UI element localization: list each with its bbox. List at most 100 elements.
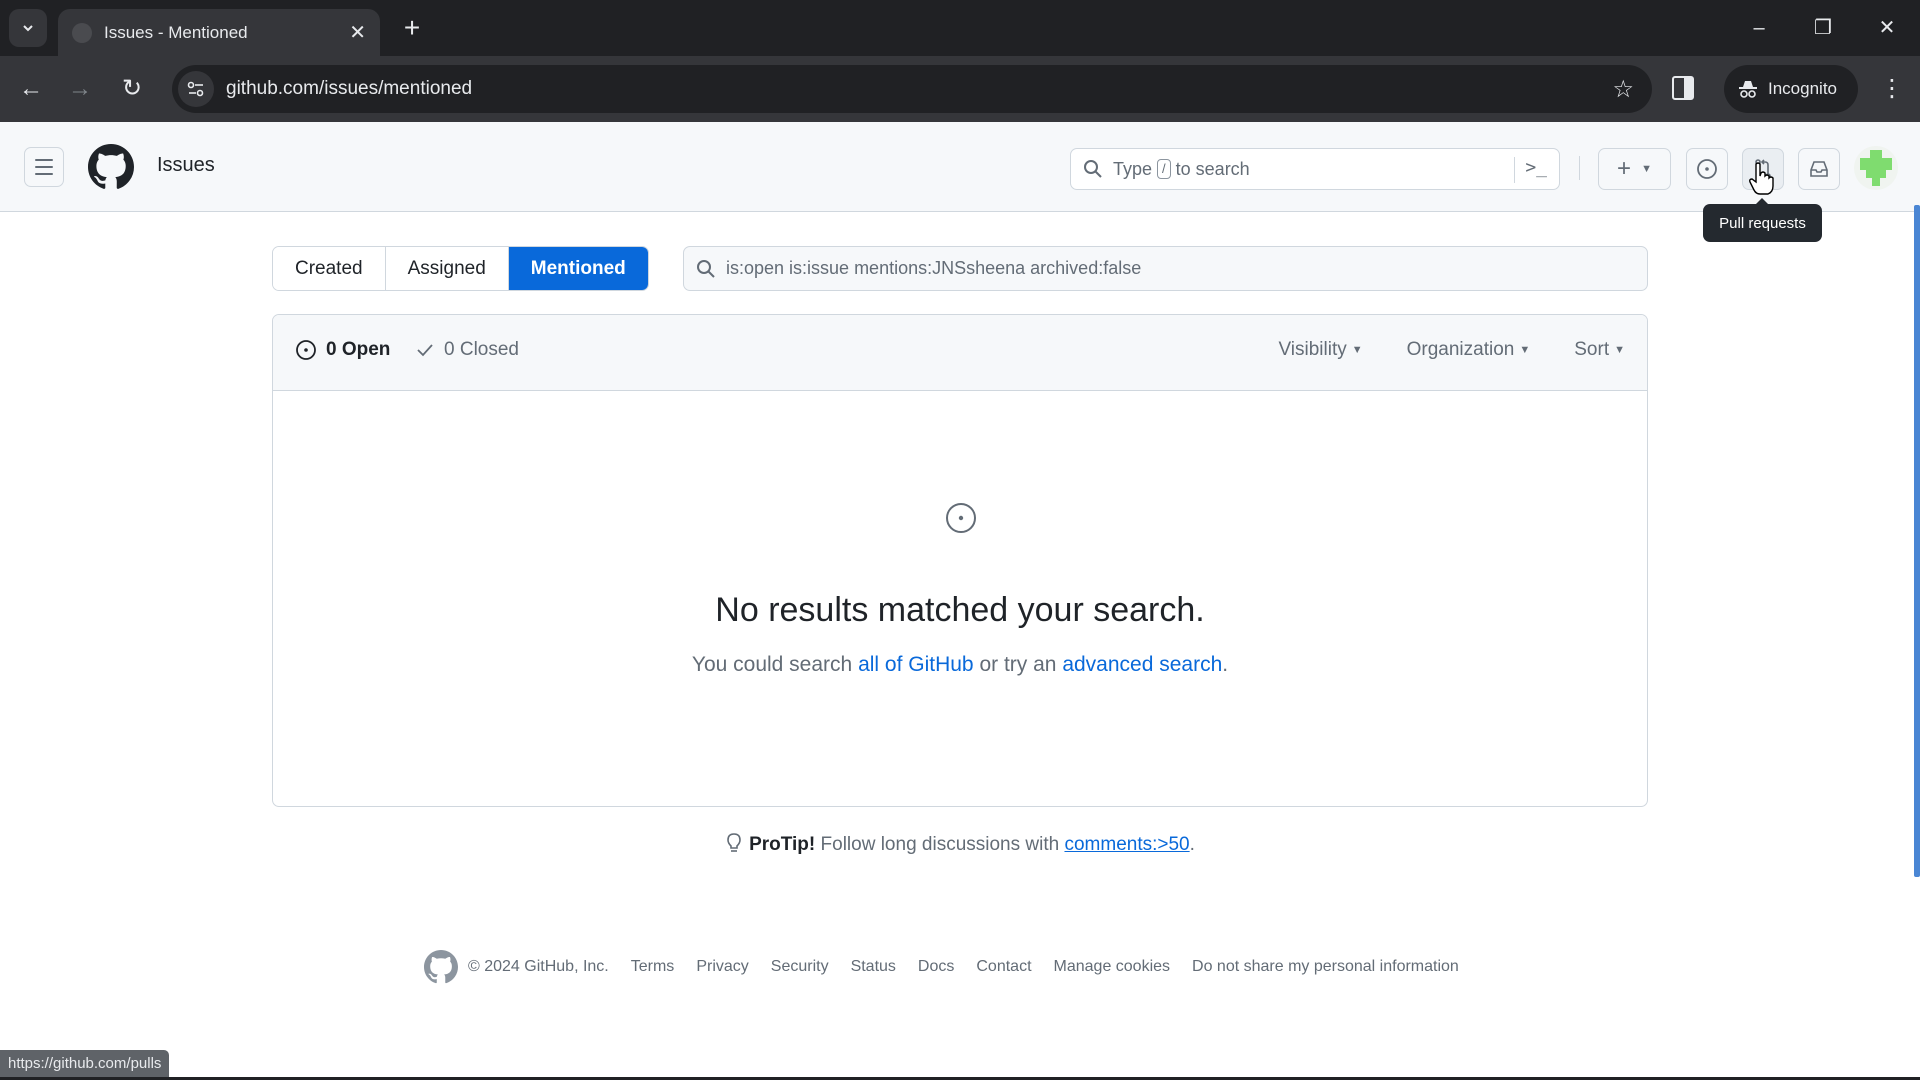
- check-icon: [417, 344, 433, 357]
- new-tab-button[interactable]: +: [396, 12, 428, 44]
- context-title[interactable]: Issues: [157, 154, 215, 177]
- protip-text: Follow long discussions with: [815, 834, 1065, 855]
- avatar-identicon: [1860, 150, 1892, 186]
- blankslate-title: No results matched your search.: [715, 591, 1205, 629]
- filter-dropdowns: Visibility ▼ Organization ▼ Sort ▼: [1278, 339, 1625, 361]
- site-info-icon[interactable]: [178, 71, 214, 107]
- browser-tab-active[interactable]: Issues - Mentioned ✕: [58, 9, 380, 56]
- desc-text: .: [1222, 653, 1229, 676]
- bookmark-star-icon[interactable]: ☆: [1612, 75, 1634, 104]
- address-bar[interactable]: github.com/issues/mentioned ☆: [172, 65, 1652, 113]
- protip-label: ProTip!: [749, 834, 816, 855]
- page-scrollbar[interactable]: [1914, 205, 1920, 877]
- incognito-label: Incognito: [1768, 79, 1837, 98]
- issues-button[interactable]: [1686, 148, 1728, 190]
- visibility-label: Visibility: [1278, 339, 1347, 360]
- pull-requests-tooltip: Pull requests: [1703, 198, 1822, 242]
- incognito-badge[interactable]: Incognito: [1724, 65, 1858, 113]
- search-divider: [1514, 157, 1515, 183]
- menu-icon-line: [35, 166, 53, 168]
- hand-cursor-icon: [1749, 162, 1774, 195]
- closed-count: 0 Closed: [444, 339, 519, 360]
- footer-link-privacy[interactable]: Privacy: [696, 958, 748, 976]
- issue-filter-field[interactable]: [683, 246, 1648, 291]
- minimize-icon[interactable]: –: [1736, 10, 1782, 46]
- footer-link-status[interactable]: Status: [851, 958, 896, 976]
- browser-toolbar: ← → ↻ github.com/issues/mentioned ☆ Inco…: [0, 56, 1920, 122]
- blankslate: No results matched your search. You coul…: [273, 391, 1647, 806]
- inbox-button[interactable]: [1798, 148, 1840, 190]
- copyright-text: © 2024 GitHub, Inc.: [468, 958, 609, 975]
- open-issues-filter[interactable]: 0 Open: [295, 339, 390, 361]
- github-mark-icon[interactable]: [424, 950, 458, 984]
- browser-tab-strip: Issues - Mentioned ✕ + – ❐ ✕: [0, 0, 1920, 56]
- issue-opened-icon: [296, 340, 316, 360]
- footer-link-manage-cookies[interactable]: Manage cookies: [1054, 958, 1171, 976]
- menu-icon-line: [35, 159, 53, 161]
- footer-link-do-not-share[interactable]: Do not share my personal information: [1192, 958, 1459, 976]
- github-favicon-icon: [72, 22, 92, 43]
- open-count: 0 Open: [326, 339, 391, 360]
- tab-created[interactable]: Created: [273, 247, 386, 290]
- restore-icon[interactable]: ❐: [1800, 10, 1846, 46]
- search-placeholder-suffix: to search: [1175, 158, 1250, 179]
- tab-search-button[interactable]: [9, 9, 47, 47]
- back-icon[interactable]: ←: [15, 73, 47, 105]
- inbox-icon: [1810, 161, 1828, 177]
- command-palette-icon[interactable]: >_: [1525, 157, 1547, 178]
- footer: © 2024 GitHub, Inc. Terms Privacy Securi…: [424, 950, 1459, 984]
- light-bulb-icon: [727, 833, 741, 852]
- side-panel-icon[interactable]: [1672, 76, 1694, 100]
- issue-opened-icon: [1697, 159, 1717, 179]
- caret-down-icon: ▼: [1351, 343, 1363, 356]
- url-text: github.com/issues/mentioned: [226, 78, 473, 99]
- caret-down-icon: ▼: [1614, 343, 1625, 356]
- organization-dropdown[interactable]: Organization ▼: [1407, 339, 1531, 361]
- chevron-down-icon: [23, 25, 33, 32]
- footer-copyright: © 2024 GitHub, Inc.: [424, 950, 609, 984]
- tab-assigned[interactable]: Assigned: [385, 247, 509, 290]
- tab-mentioned[interactable]: Mentioned: [508, 247, 648, 290]
- search-all-github-link[interactable]: all of GitHub: [858, 653, 974, 676]
- link-status-bubble: https://github.com/pulls: [0, 1050, 170, 1077]
- search-shortcut-key: /: [1157, 159, 1171, 179]
- desc-text: or try an: [973, 653, 1063, 676]
- issue-filter-input[interactable]: [726, 258, 1626, 279]
- github-logo-icon[interactable]: [88, 144, 134, 190]
- menu-button[interactable]: [24, 147, 64, 187]
- visibility-dropdown[interactable]: Visibility ▼: [1278, 339, 1362, 361]
- sort-dropdown[interactable]: Sort ▼: [1574, 339, 1625, 361]
- avatar[interactable]: [1854, 146, 1898, 190]
- caret-down-icon: ▼: [1641, 163, 1652, 175]
- global-search-input[interactable]: Type / to search >_: [1070, 148, 1560, 190]
- results-panel: 0 Open 0 Closed Visibility ▼ Organization…: [272, 314, 1648, 807]
- close-tab-icon[interactable]: ✕: [349, 20, 366, 45]
- incognito-icon: [1739, 81, 1757, 98]
- footer-link-docs[interactable]: Docs: [918, 958, 954, 976]
- github-header: Issues Type / to search >_ + ▼: [0, 122, 1920, 212]
- organization-label: Organization: [1406, 339, 1515, 360]
- sort-label: Sort: [1574, 339, 1610, 360]
- search-icon: [697, 259, 715, 278]
- results-header: 0 Open 0 Closed Visibility ▼ Organization…: [273, 315, 1647, 391]
- blankslate-description: You could search all of GitHub or try an…: [273, 653, 1647, 677]
- forward-icon[interactable]: →: [64, 73, 96, 105]
- footer-link-terms[interactable]: Terms: [631, 958, 675, 976]
- close-window-icon[interactable]: ✕: [1864, 10, 1910, 46]
- advanced-search-link[interactable]: advanced search: [1062, 653, 1222, 676]
- browser-menu-icon[interactable]: ⋮: [1880, 73, 1904, 105]
- issues-filter-tabs: Created Assigned Mentioned: [272, 246, 649, 291]
- reload-icon[interactable]: ↻: [116, 73, 148, 105]
- search-placeholder-prefix: Type: [1113, 158, 1153, 179]
- protip-link[interactable]: comments:>50: [1064, 834, 1189, 855]
- footer-link-security[interactable]: Security: [771, 958, 829, 976]
- closed-issues-filter[interactable]: 0 Closed: [415, 339, 519, 361]
- create-new-button[interactable]: + ▼: [1598, 148, 1671, 190]
- protip-end: .: [1189, 834, 1195, 855]
- plus-icon: +: [1617, 155, 1632, 182]
- footer-link-contact[interactable]: Contact: [976, 958, 1031, 976]
- search-icon: [1084, 160, 1102, 178]
- tab-title: Issues - Mentioned: [104, 22, 248, 42]
- protip: ProTip! Follow long discussions with com…: [0, 832, 1920, 856]
- header-divider: [1579, 156, 1580, 180]
